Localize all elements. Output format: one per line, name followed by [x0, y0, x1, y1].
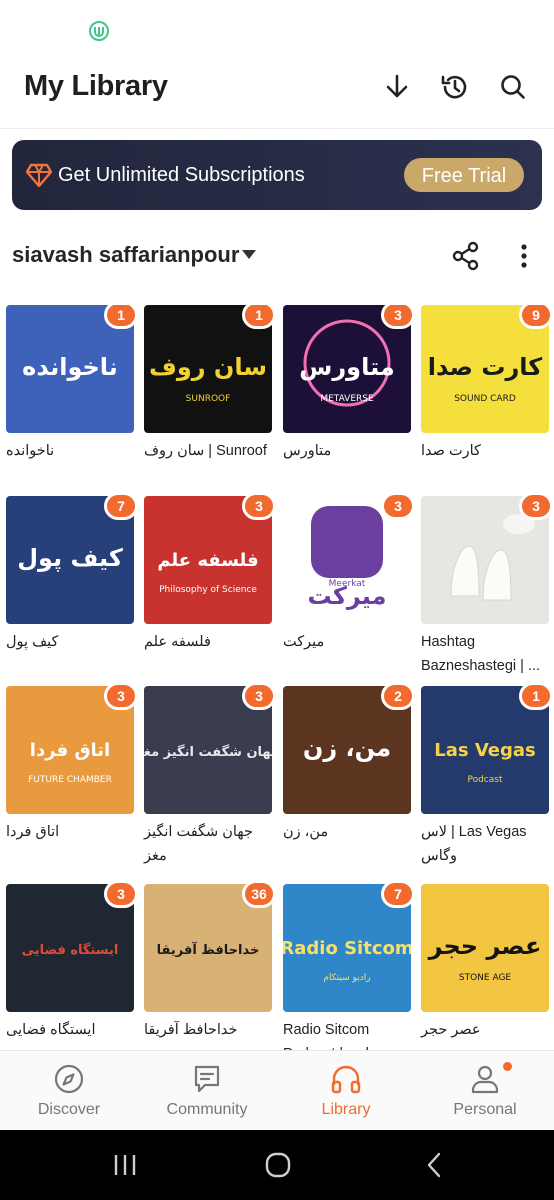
cover-subtitle-text: METAVERSE [320, 394, 374, 404]
nav-label-library: Library [321, 1101, 371, 1118]
cover-title-text: فلسفه علم [157, 550, 258, 571]
podcast-title: Sunroof | سان روف [144, 443, 267, 459]
cover-title-text: کیف پول [17, 544, 123, 572]
cover-title-text: اتاق فردا [30, 740, 110, 761]
podcast-title: میرکت [283, 634, 325, 650]
new-episodes-badge: 3 [381, 492, 415, 520]
new-episodes-badge: 3 [242, 492, 276, 520]
cover-subtitle-text: FUTURE CHAMBER [28, 775, 112, 785]
cover-title-text: متاورس [299, 353, 395, 381]
back-icon[interactable] [420, 1150, 450, 1180]
more-options-icon[interactable] [510, 240, 538, 272]
cover-title-text: من، زن [303, 734, 391, 762]
cover-subtitle-text: SUNROOF [186, 394, 231, 404]
new-episodes-badge: 3 [519, 492, 553, 520]
status-bar [0, 0, 554, 56]
new-episodes-badge: 7 [104, 492, 138, 520]
new-episodes-badge: 9 [519, 305, 553, 329]
nav-label-personal: Personal [453, 1101, 517, 1118]
cover-subtitle-text: Podcast [467, 775, 502, 785]
library-owner-row: siavash saffarianpour [0, 232, 554, 278]
page-title: My Library [24, 70, 168, 102]
podcast-title: Hashtag Bazneshastegi | ... [421, 634, 541, 674]
nav-tab-personal[interactable]: Personal [416, 1051, 554, 1131]
subscription-banner[interactable]: Get Unlimited Subscriptions Free Trial [12, 140, 542, 210]
compass-icon [54, 1064, 84, 1094]
cover-title-text: ایستگاه فضایی [22, 942, 119, 958]
new-episodes-badge: 3 [381, 305, 415, 329]
podcast-grid: ناخوانده 1 ناخوانده سان روف SUNROOF 1 Sunroof … [0, 305, 554, 1050]
new-episodes-badge: 3 [242, 682, 276, 710]
nav-tab-community[interactable]: Community [138, 1051, 276, 1131]
new-episodes-badge: 3 [104, 682, 138, 710]
home-icon[interactable] [263, 1150, 293, 1180]
new-episodes-badge: 2 [381, 682, 415, 710]
person-icon [471, 1065, 499, 1094]
podcast-title: عصر حجر [421, 1022, 481, 1038]
cover-title-text: Las Vegas [434, 740, 536, 761]
notification-dot [503, 1062, 512, 1071]
chat-icon [194, 1065, 220, 1093]
system-navigation-bar [0, 1130, 554, 1200]
cover-title-text: جهان شگفت انگیز مغز [144, 744, 272, 760]
new-episodes-badge: 36 [242, 880, 276, 908]
cover-title-text: ناخوانده [22, 353, 118, 381]
cover-title-text: خداحافظ آفریقا [157, 941, 260, 958]
cover-title-text: کارت صدا [428, 353, 543, 381]
new-episodes-badge: 1 [104, 305, 138, 329]
podcast-title: کارت صدا [421, 443, 481, 459]
podcast-title: متاورس [283, 443, 332, 459]
new-episodes-badge: 3 [104, 880, 138, 908]
cover-title-text: سان روف [149, 353, 267, 381]
caret-down-icon[interactable] [242, 250, 256, 259]
podcast-title: خداحافظ آفریقا [144, 1022, 238, 1038]
podcast-title: ناخوانده [6, 443, 55, 459]
recent-apps-icon[interactable] [110, 1150, 140, 1180]
app-notification-icon [89, 21, 109, 41]
nav-tab-library[interactable]: Library [277, 1051, 415, 1131]
history-icon[interactable] [440, 72, 470, 102]
new-episodes-badge: 1 [242, 305, 276, 329]
podcast-title: جهان شگفت انگیز مغز [144, 824, 253, 864]
cover-subtitle-text: Philosophy of Science [159, 585, 257, 595]
owner-name[interactable]: siavash saffarianpour [12, 242, 239, 268]
nav-tab-discover[interactable]: Discover [0, 1051, 138, 1131]
nav-label-community: Community [166, 1101, 248, 1118]
download-icon[interactable] [382, 72, 412, 102]
promo-text: Get Unlimited Subscriptions [58, 164, 305, 186]
headphones-icon [331, 1065, 361, 1094]
free-trial-button[interactable]: Free Trial [404, 158, 524, 192]
cover-title-text: عصر حجر [428, 932, 542, 960]
podcast-title: من، زن [283, 824, 329, 840]
cover-subtitle-text: Meerkat [329, 579, 366, 589]
cover-subtitle-text: STONE AGE [459, 973, 512, 983]
diamond-icon [26, 163, 52, 188]
nav-label-discover: Discover [37, 1101, 101, 1118]
podcast-title: Radio Sitcom Podcast | رادیو سیتکام [283, 1022, 376, 1050]
podcast-title: اتاق فردا [6, 824, 60, 840]
podcast-title: Las Vegas | لاس وگاس [421, 824, 527, 864]
new-episodes-badge: 1 [519, 682, 553, 710]
top-bar: My Library [0, 60, 554, 122]
podcast-cover-image[interactable]: عصر حجر STONE AGE [421, 884, 549, 1012]
bottom-navigation: Discover Community Library Personal [0, 1050, 554, 1131]
podcast-title: ایستگاه فضایی [6, 1022, 96, 1038]
cover-title-text: Radio Sitcom [283, 938, 411, 959]
cover-subtitle-text: SOUND CARD [454, 394, 516, 404]
cover-subtitle-text: رادیو سیتکام [323, 973, 370, 983]
share-icon[interactable] [450, 240, 482, 272]
new-episodes-badge: 7 [381, 880, 415, 908]
podcast-title: فلسفه علم [144, 634, 211, 650]
search-icon[interactable] [498, 72, 528, 102]
podcast-title: کیف پول [6, 634, 59, 650]
header-divider [0, 128, 554, 129]
